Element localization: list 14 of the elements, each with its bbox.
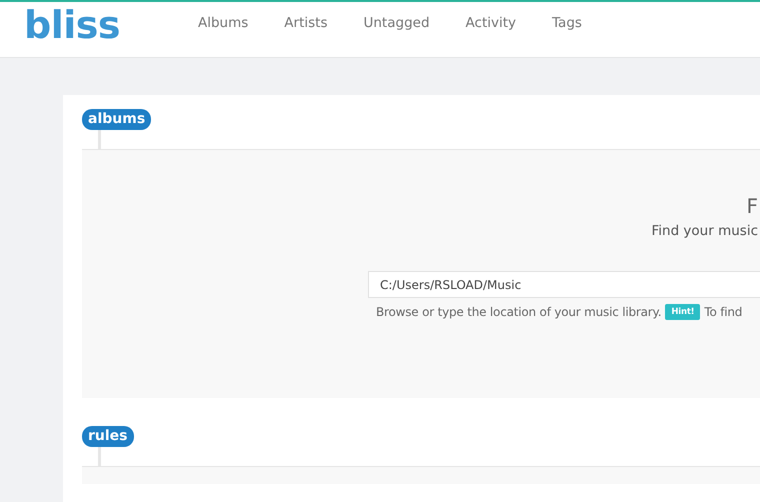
help-text: Browse or type the location of your music library. bbox=[376, 305, 662, 319]
panel-subheading: Find your music bbox=[651, 223, 759, 239]
help-text: To find bbox=[704, 305, 742, 319]
nav-link[interactable]: Activity bbox=[466, 14, 516, 30]
section-label: albums bbox=[82, 109, 152, 130]
nav-link[interactable]: Artists bbox=[284, 14, 328, 30]
hint-badge: Hint! bbox=[665, 304, 700, 320]
section-label: rules bbox=[82, 426, 134, 447]
logo[interactable]: bliss bbox=[24, 6, 120, 44]
path-input-field[interactable]: C:/Users/RSLOAD/Music bbox=[368, 271, 760, 298]
panel-heading: F bbox=[746, 194, 759, 218]
nav-link[interactable]: Albums bbox=[198, 14, 248, 30]
nav-link[interactable]: Untagged bbox=[364, 14, 430, 30]
nav-link[interactable]: Tags bbox=[552, 14, 582, 30]
